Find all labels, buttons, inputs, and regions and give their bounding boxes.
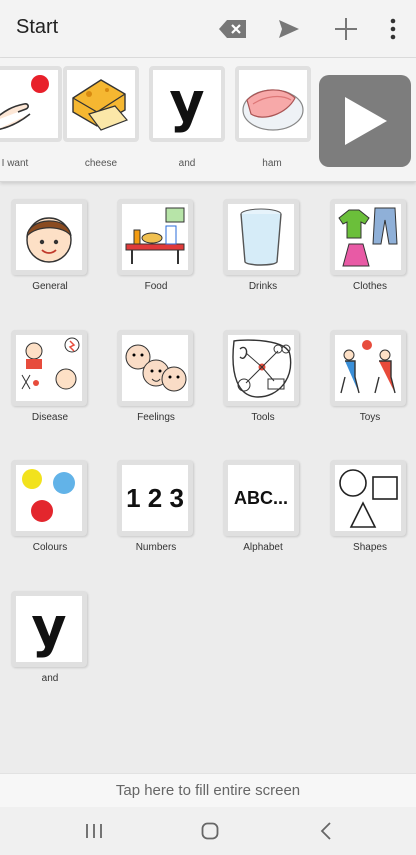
alphabet-icon: ABC... bbox=[234, 488, 288, 508]
cheese-icon bbox=[72, 79, 129, 131]
category-label: Drinks bbox=[248, 281, 278, 292]
category-and[interactable]: y bbox=[11, 591, 87, 667]
category-toys[interactable] bbox=[330, 330, 406, 406]
category-label: Shapes bbox=[353, 542, 387, 553]
category-label: General bbox=[32, 281, 68, 292]
category-colours[interactable] bbox=[11, 460, 87, 536]
category-label: Food bbox=[144, 281, 168, 292]
sentence-label: and bbox=[178, 158, 196, 169]
backspace-icon[interactable] bbox=[218, 14, 248, 44]
category-general[interactable] bbox=[11, 199, 87, 275]
numbers-icon: 1 2 3 bbox=[126, 483, 184, 513]
fill-screen-button[interactable]: Tap here to fill entire screen bbox=[0, 773, 416, 807]
disease-icon bbox=[21, 337, 80, 390]
category-label: Tools bbox=[251, 412, 275, 423]
glass-of-water-icon bbox=[240, 208, 282, 266]
category-shapes[interactable] bbox=[330, 460, 406, 536]
toys-kids-icon bbox=[340, 340, 396, 394]
play-icon bbox=[345, 97, 387, 145]
category-label: Clothes bbox=[353, 281, 387, 292]
category-disease[interactable] bbox=[11, 330, 87, 406]
sentence-item-and[interactable]: y bbox=[149, 66, 225, 142]
back-icon[interactable] bbox=[311, 819, 341, 843]
sentence-label: cheese bbox=[84, 158, 118, 169]
system-navigation-bar bbox=[0, 807, 416, 855]
shapes-icon bbox=[339, 469, 398, 528]
category-label: Alphabet bbox=[243, 542, 283, 553]
send-icon[interactable] bbox=[274, 14, 304, 44]
tools-icon bbox=[232, 339, 292, 398]
paint-splash-icon bbox=[22, 469, 75, 522]
category-drinks[interactable] bbox=[223, 199, 299, 275]
category-clothes[interactable] bbox=[330, 199, 406, 275]
and-letter-icon: y bbox=[31, 596, 67, 659]
recents-icon[interactable] bbox=[79, 819, 109, 843]
category-label: Toys bbox=[359, 412, 381, 423]
sentence-strip[interactable]: I want cheese y and ham bbox=[0, 58, 416, 182]
ham-icon bbox=[242, 89, 304, 131]
category-alphabet[interactable]: ABC... bbox=[223, 460, 299, 536]
clothes-icon bbox=[338, 207, 398, 267]
category-label: Disease bbox=[31, 412, 69, 423]
feelings-faces-icon bbox=[125, 344, 187, 392]
category-label: Numbers bbox=[135, 542, 177, 553]
category-label: Feelings bbox=[137, 412, 175, 423]
category-label: Colours bbox=[32, 542, 68, 553]
sentence-item-ham[interactable] bbox=[235, 66, 311, 142]
category-tools[interactable] bbox=[223, 330, 299, 406]
i-want-icon bbox=[0, 75, 49, 130]
food-table-icon bbox=[125, 207, 185, 264]
and-letter-icon: y bbox=[169, 71, 205, 134]
page-title: Start bbox=[16, 16, 59, 38]
sentence-label: I want bbox=[1, 158, 29, 169]
category-feelings[interactable] bbox=[117, 330, 193, 406]
sentence-item-i-want[interactable] bbox=[0, 66, 62, 142]
boy-face-icon bbox=[26, 217, 72, 263]
category-label: and bbox=[41, 673, 59, 684]
more-vertical-icon[interactable] bbox=[378, 14, 408, 44]
home-icon[interactable] bbox=[195, 819, 225, 843]
app-bar: Start bbox=[0, 0, 416, 58]
sentence-label: ham bbox=[262, 158, 282, 169]
sentence-item-cheese[interactable] bbox=[63, 66, 139, 142]
category-numbers[interactable]: 1 2 3 bbox=[117, 460, 193, 536]
plus-icon[interactable] bbox=[331, 14, 361, 44]
play-button[interactable] bbox=[319, 75, 411, 167]
category-food[interactable] bbox=[117, 199, 193, 275]
